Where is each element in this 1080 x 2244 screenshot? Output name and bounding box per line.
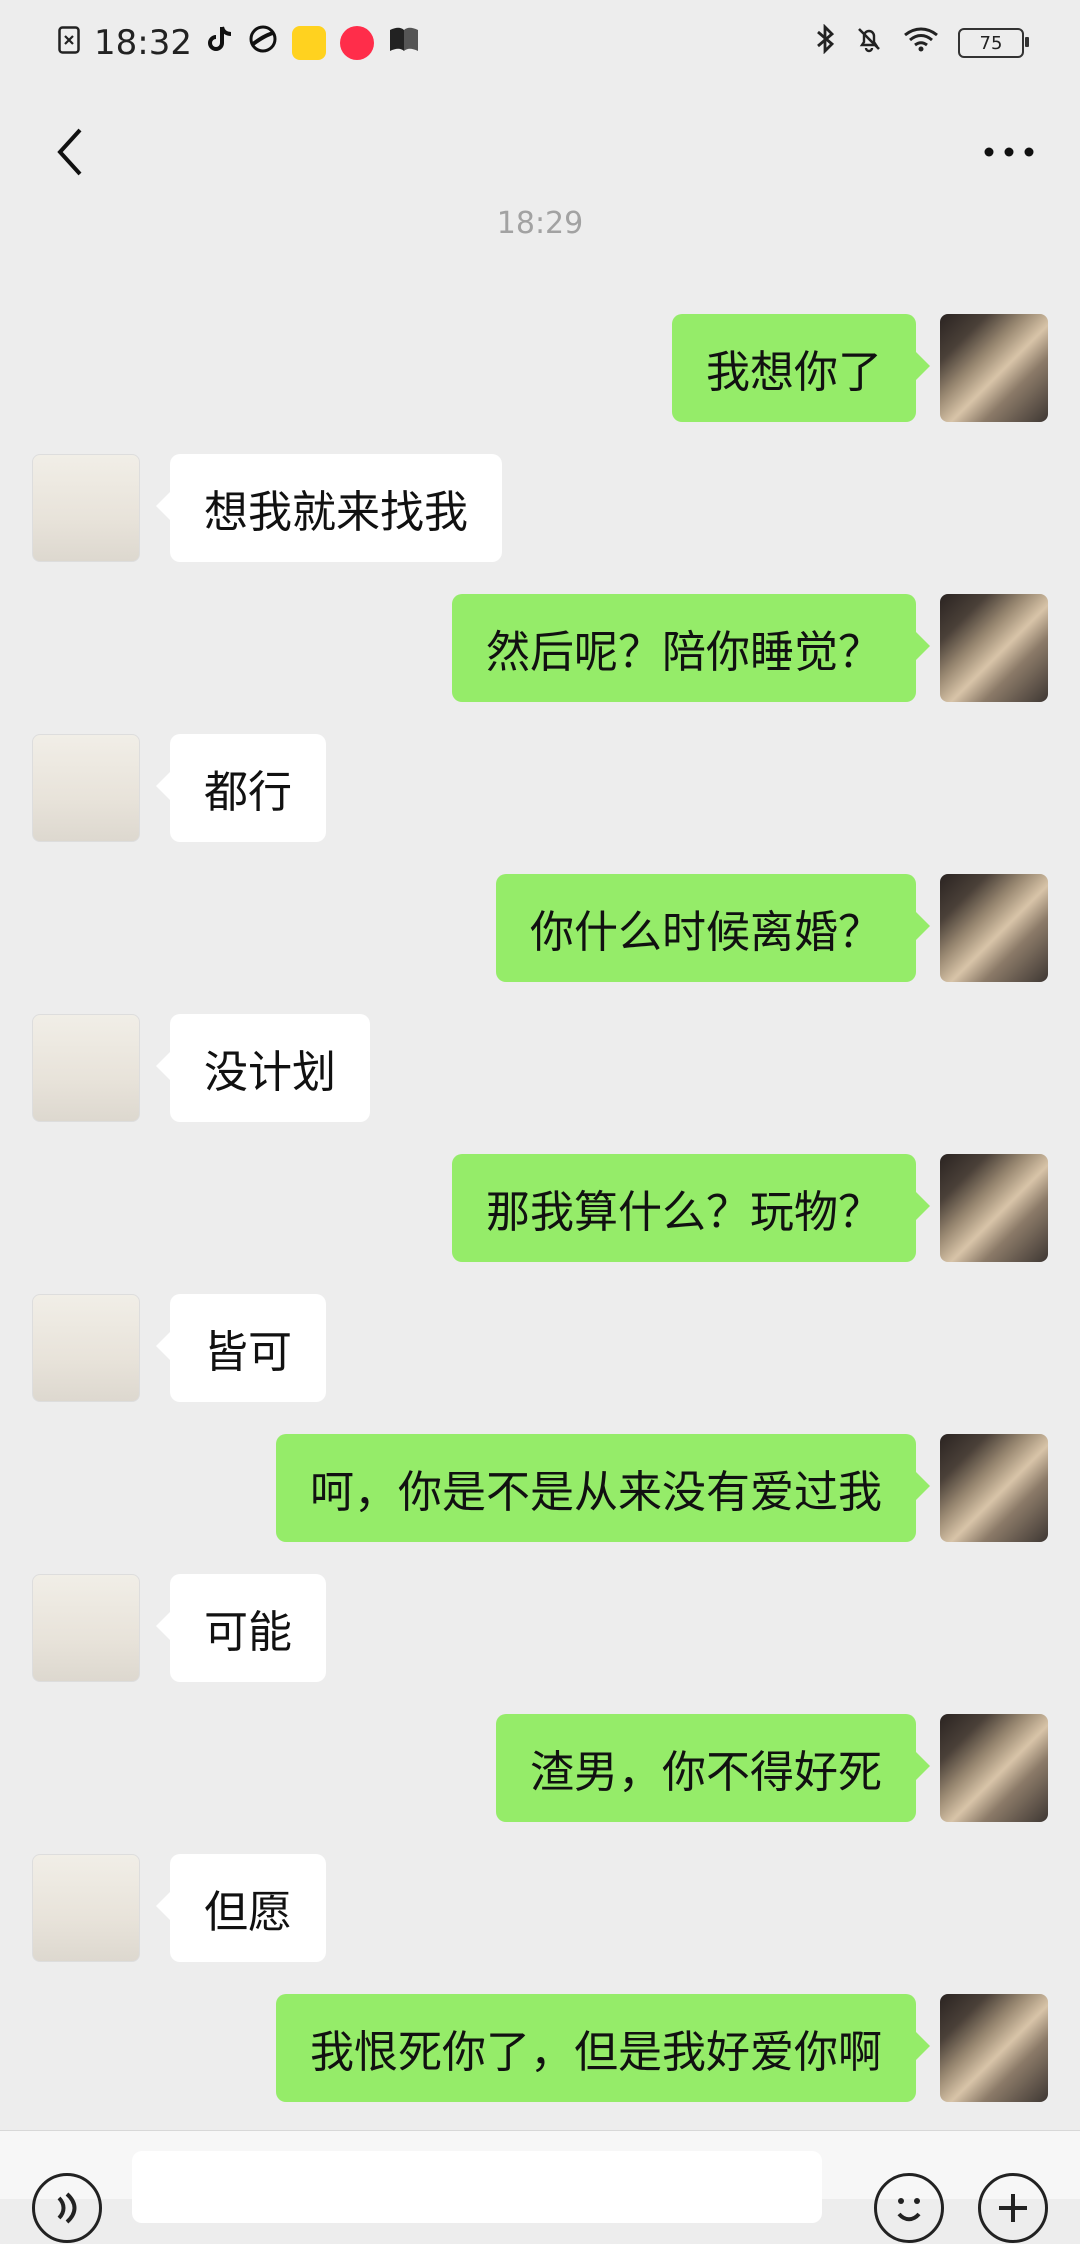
self-avatar[interactable] bbox=[940, 1434, 1048, 1542]
mute-bell-icon bbox=[854, 24, 884, 62]
browser-icon bbox=[248, 23, 278, 63]
wifi-icon bbox=[902, 25, 940, 61]
shopping-app-icon bbox=[339, 26, 374, 60]
more-button[interactable] bbox=[974, 117, 1044, 187]
message-bubble[interactable]: 都行 bbox=[156, 734, 326, 842]
message-bubble[interactable]: 想我就来找我 bbox=[156, 454, 502, 562]
reading-app-icon bbox=[291, 26, 326, 60]
self-avatar[interactable] bbox=[940, 314, 1048, 422]
message-bubble[interactable]: 然后呢？陪你睡觉？ bbox=[452, 594, 930, 702]
message-row: 我想你了 bbox=[0, 314, 1080, 424]
message-bubble[interactable]: 皆可 bbox=[156, 1294, 326, 1402]
message-row: 呵，你是不是从来没有爱过我 bbox=[0, 1434, 1080, 1544]
message-bubble[interactable]: 我恨死你了，但是我好爱你啊 bbox=[276, 1994, 930, 2102]
voice-button[interactable] bbox=[32, 2173, 102, 2243]
message-row: 我恨死你了，但是我好爱你啊 bbox=[0, 1994, 1080, 2104]
message-bubble[interactable]: 呵，你是不是从来没有爱过我 bbox=[276, 1434, 930, 1542]
message-bubble[interactable]: 可能 bbox=[156, 1574, 326, 1682]
message-row: 渣男，你不得好死 bbox=[0, 1714, 1080, 1824]
message-bubble[interactable]: 那我算什么？玩物？ bbox=[452, 1154, 930, 1262]
status-time: 18:32 bbox=[94, 23, 192, 63]
contact-avatar[interactable] bbox=[32, 734, 140, 842]
more-icon bbox=[984, 147, 1034, 157]
message-row: 你什么时候离婚？ bbox=[0, 874, 1080, 984]
message-row: 都行 bbox=[0, 734, 1080, 844]
self-avatar[interactable] bbox=[940, 1154, 1048, 1262]
self-avatar[interactable] bbox=[940, 874, 1048, 982]
status-left: 18:32 bbox=[58, 23, 420, 63]
message-bubble[interactable]: 没计划 bbox=[156, 1014, 370, 1122]
battery-indicator: 75 bbox=[958, 28, 1029, 58]
message-row: 没计划 bbox=[0, 1014, 1080, 1124]
contact-avatar[interactable] bbox=[32, 1574, 140, 1682]
battery-level: 75 bbox=[979, 32, 1003, 54]
tiktok-icon bbox=[206, 23, 234, 63]
message-row: 但愿 bbox=[0, 1854, 1080, 1964]
sim-icon bbox=[58, 23, 80, 63]
emoji-icon bbox=[897, 2198, 921, 2222]
bluetooth-icon bbox=[814, 23, 836, 62]
message-bubble[interactable]: 但愿 bbox=[156, 1854, 326, 1962]
message-row: 可能 bbox=[0, 1574, 1080, 1684]
voice-icon bbox=[57, 2192, 77, 2224]
message-row: 那我算什么？玩物？ bbox=[0, 1154, 1080, 1264]
plus-button[interactable] bbox=[978, 2173, 1048, 2243]
message-bubble[interactable]: 渣男，你不得好死 bbox=[496, 1714, 930, 1822]
message-row: 想我就来找我 bbox=[0, 454, 1080, 564]
self-avatar[interactable] bbox=[940, 1994, 1048, 2102]
message-bubble[interactable]: 你什么时候离婚？ bbox=[496, 874, 930, 982]
contact-avatar[interactable] bbox=[32, 1294, 140, 1402]
chat-timestamp: 18:29 bbox=[496, 206, 584, 241]
book-icon bbox=[388, 23, 420, 63]
emoji-button[interactable] bbox=[874, 2173, 944, 2243]
status-right: 75 bbox=[814, 23, 1029, 62]
chevron-left-icon bbox=[57, 128, 82, 176]
message-input[interactable] bbox=[132, 2151, 822, 2223]
self-avatar[interactable] bbox=[940, 594, 1048, 702]
message-row: 然后呢？陪你睡觉？ bbox=[0, 594, 1080, 704]
message-row: 皆可 bbox=[0, 1294, 1080, 1404]
plus-icon bbox=[999, 2194, 1027, 2222]
status-bar: 18:32 75 bbox=[0, 0, 1080, 86]
input-bar bbox=[0, 2130, 1080, 2243]
contact-avatar[interactable] bbox=[32, 1854, 140, 1962]
contact-avatar[interactable] bbox=[32, 454, 140, 562]
contact-avatar[interactable] bbox=[32, 1014, 140, 1122]
back-button[interactable] bbox=[36, 117, 106, 187]
self-avatar[interactable] bbox=[940, 1714, 1048, 1822]
message-bubble[interactable]: 我想你了 bbox=[672, 314, 930, 422]
chat-header bbox=[0, 86, 1080, 218]
